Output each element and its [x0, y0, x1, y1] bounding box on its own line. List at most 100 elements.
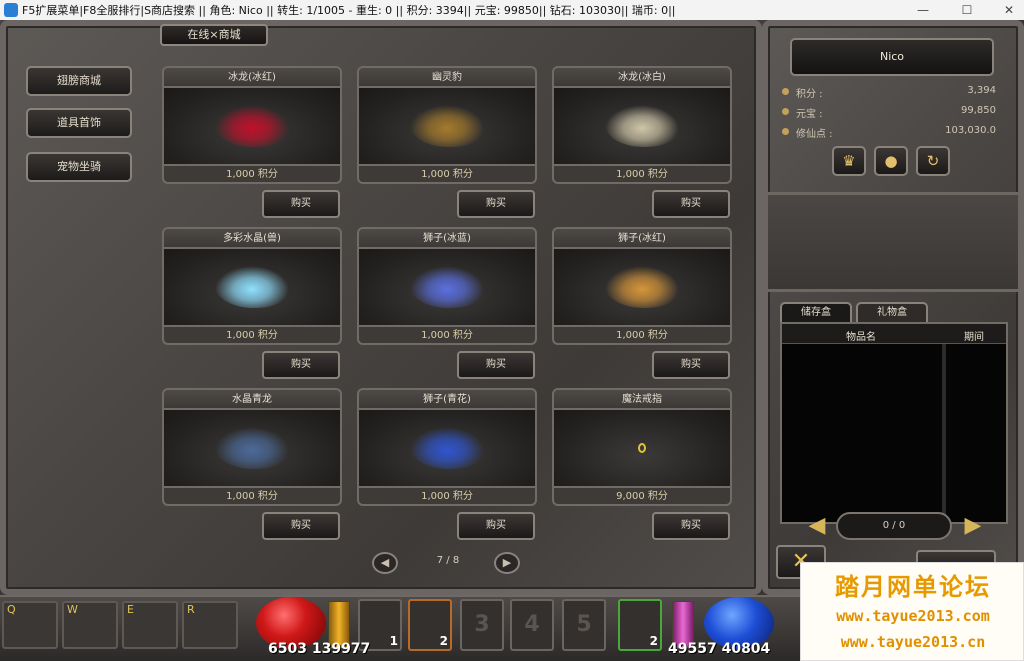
next-page-button[interactable]: ▶	[494, 552, 520, 574]
creature-icon	[410, 427, 484, 469]
skill-slot-2[interactable]: 2	[408, 599, 452, 651]
stat-yuanbao: 元宝 : 99,850	[782, 104, 996, 120]
sidebar-wings-shop[interactable]: 翅膀商城	[26, 66, 132, 96]
buy-button[interactable]: 购买	[457, 351, 535, 379]
shop-item-price: 1,000 积分	[357, 166, 537, 184]
buy-button[interactable]: 购买	[457, 190, 535, 218]
shop-item-name: 冰龙(冰白)	[552, 66, 732, 86]
shop-item-preview	[552, 247, 732, 327]
skill-slot-6[interactable]: 2	[618, 599, 662, 651]
shop-item-preview	[552, 86, 732, 166]
watermark-title: 踏月网单论坛	[835, 573, 991, 601]
shop-item-price: 1,000 积分	[357, 488, 537, 506]
shop-item-price: 1,000 积分	[162, 488, 342, 506]
watermark-url-com: www.tayue2013.com	[836, 607, 990, 625]
ring-icon	[638, 443, 646, 453]
minimize-button[interactable]: —	[908, 0, 938, 20]
creature-icon	[215, 105, 289, 147]
inventory-page-indicator: 0 / 0	[836, 512, 952, 540]
prev-page-button[interactable]: ◀	[372, 552, 398, 574]
shop-title: 在线×商城	[160, 24, 268, 46]
shop-item-card: 冰龙(冰红) 1,000 积分购买	[162, 66, 342, 220]
shop-item-price: 1,000 积分	[162, 166, 342, 184]
buy-button[interactable]: 购买	[457, 512, 535, 540]
shop-item-name: 狮子(冰红)	[552, 227, 732, 247]
hotkey-slot-e[interactable]: E	[122, 601, 178, 649]
shop-pager: ◀ 7 / 8 ▶	[372, 552, 522, 574]
tab-gifts[interactable]: 礼物盒	[856, 302, 928, 322]
skill-slot-5[interactable]: 5	[562, 599, 606, 651]
tab-storage[interactable]: 储存盒	[780, 302, 852, 322]
buy-button[interactable]: 购买	[652, 512, 730, 540]
shop-page-indicator: 7 / 8	[436, 555, 460, 566]
shop-item-name: 幽灵豹	[357, 66, 537, 86]
shop-item-card: 多彩水晶(兽) 1,000 积分购买	[162, 227, 342, 381]
watermark: 踏月网单论坛 www.tayue2013.com www.tayue2013.c…	[800, 562, 1024, 661]
shop-item-price: 1,000 积分	[357, 327, 537, 345]
buy-button[interactable]: 购买	[652, 351, 730, 379]
sidebar-pets-mounts[interactable]: 宠物坐骑	[26, 152, 132, 182]
shop-item-name: 水晶青龙	[162, 388, 342, 408]
stat-points: 积分 : 3,394	[782, 84, 996, 100]
close-window-button[interactable]: ✕	[994, 0, 1024, 20]
window-title: F5扩展菜单|F8全服排行|S商店搜索 || 角色: Nico || 转生: 1…	[22, 4, 676, 17]
shop-item-name: 狮子(青花)	[357, 388, 537, 408]
window-titlebar: F5扩展菜单|F8全服排行|S商店搜索 || 角色: Nico || 转生: 1…	[0, 0, 1024, 20]
coin-icon	[782, 128, 789, 135]
hotkey-slot-r[interactable]: R	[182, 601, 238, 649]
shop-item-price: 1,000 积分	[552, 327, 732, 345]
creature-icon	[215, 266, 289, 308]
shop-item-preview	[162, 86, 342, 166]
shop-item-card: 幽灵豹 1,000 积分购买	[357, 66, 537, 220]
coin-icon	[782, 88, 789, 95]
stat-cultivation: 修仙点 : 103,030.0	[782, 124, 996, 140]
maximize-button[interactable]: ☐	[952, 0, 982, 20]
hotkey-slot-w[interactable]: W	[62, 601, 118, 649]
inventory-next-icon[interactable]: ▶	[960, 514, 986, 540]
creature-icon	[215, 427, 289, 469]
app-icon	[4, 3, 18, 17]
hp-value: 6503 139977	[268, 641, 371, 657]
column-divider	[942, 344, 946, 522]
refresh-icon[interactable]: ↻	[916, 146, 950, 176]
shop-item-name: 多彩水晶(兽)	[162, 227, 342, 247]
shop-item-preview	[162, 247, 342, 327]
buy-button[interactable]: 购买	[262, 190, 340, 218]
shop-item-card: 狮子(冰蓝) 1,000 积分购买	[357, 227, 537, 381]
shop-item-preview	[357, 247, 537, 327]
inventory-prev-icon[interactable]: ◀	[804, 514, 830, 540]
inventory-list: 物品名 期间	[780, 322, 1008, 524]
sidebar-items-jewelry[interactable]: 道具首饰	[26, 108, 132, 138]
buy-button[interactable]: 购买	[262, 512, 340, 540]
shop-item-preview	[162, 408, 342, 488]
shop-item-price: 1,000 积分	[552, 166, 732, 184]
inventory-header: 物品名 期间	[782, 324, 1006, 344]
shop-item-name: 冰龙(冰红)	[162, 66, 342, 86]
creature-icon	[605, 266, 679, 308]
shop-item-price: 1,000 积分	[162, 327, 342, 345]
shop-item-name: 狮子(冰蓝)	[357, 227, 537, 247]
shop-item-price: 9,000 积分	[552, 488, 732, 506]
player-name: Nico	[790, 38, 994, 76]
shop-item-card: 狮子(冰红) 1,000 积分购买	[552, 227, 732, 381]
coin-icon	[782, 108, 789, 115]
crown-icon[interactable]: ♛	[832, 146, 866, 176]
buy-button[interactable]: 购买	[262, 351, 340, 379]
skill-slot-4[interactable]: 4	[510, 599, 554, 651]
shop-item-card: 狮子(青花) 1,000 积分购买	[357, 388, 537, 542]
skill-slot-3[interactable]: 3	[460, 599, 504, 651]
creature-icon	[410, 266, 484, 308]
info-panel	[768, 192, 1018, 292]
creature-icon	[605, 105, 679, 147]
watermark-url-cn: www.tayue2013.cn	[840, 633, 986, 651]
hotkey-slot-q[interactable]: Q	[2, 601, 58, 649]
inventory-pager: ◀ 0 / 0 ▶	[800, 510, 990, 544]
buy-button[interactable]: 购买	[652, 190, 730, 218]
column-item-name: 物品名	[846, 332, 876, 343]
shop-item-preview	[357, 408, 537, 488]
shop-item-card: 魔法戒指 9,000 积分购买	[552, 388, 732, 542]
shop-item-preview	[357, 86, 537, 166]
shop-item-name: 魔法戒指	[552, 388, 732, 408]
coins-icon[interactable]: ●	[874, 146, 908, 176]
shop-item-card: 冰龙(冰白) 1,000 积分购买	[552, 66, 732, 220]
